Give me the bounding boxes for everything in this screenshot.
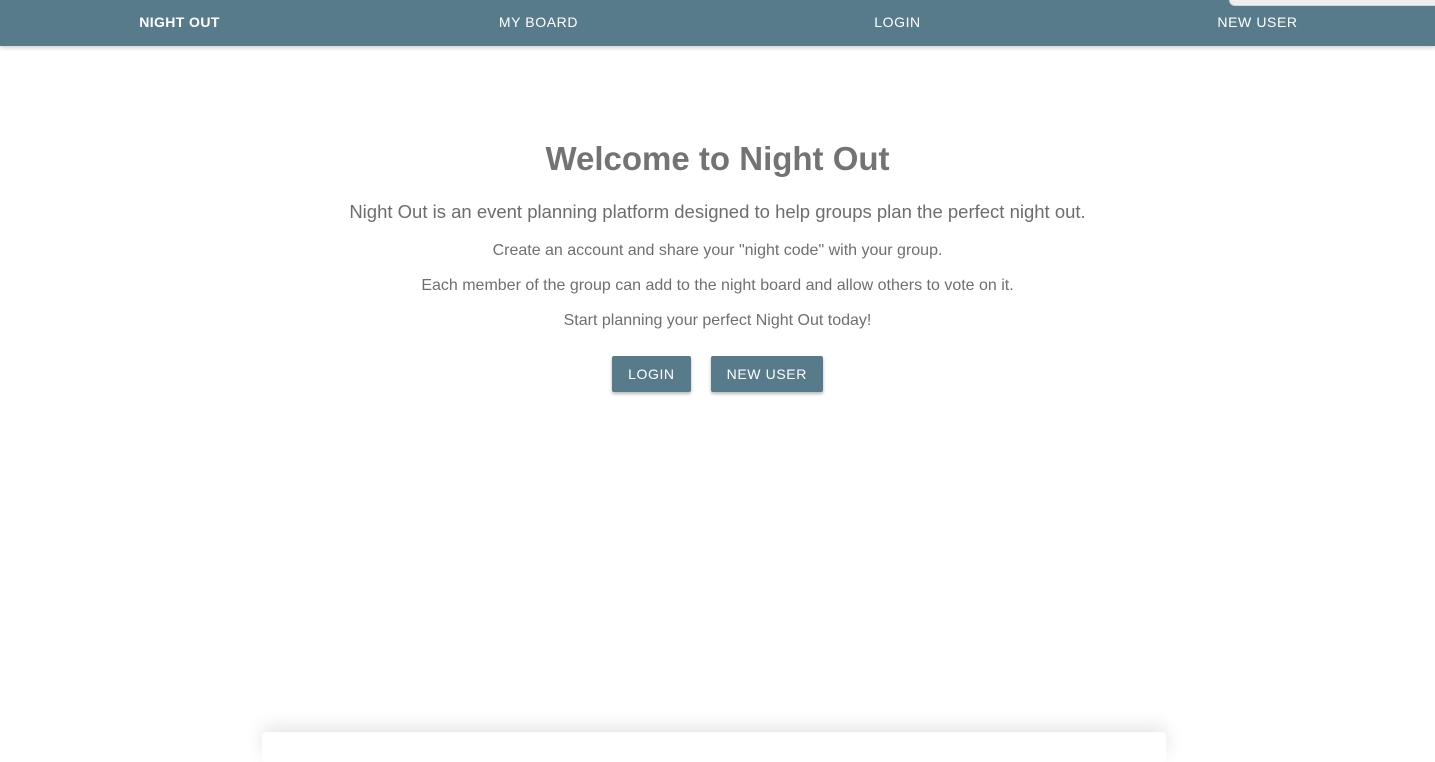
welcome-section: Welcome to Night Out Night Out is an eve… [0, 138, 1435, 392]
new-user-button[interactable]: NEW USER [710, 356, 823, 392]
page-subtitle: Night Out is an event planning platform … [349, 201, 1086, 222]
nav-item-login[interactable]: LOGIN [718, 0, 1077, 44]
nav-item-my-board[interactable]: MY BOARD [359, 0, 718, 44]
intro-line-board: Each member of the group can add to the … [421, 277, 1014, 294]
page-title: Welcome to Night Out [545, 140, 890, 177]
corner-overlay-tab [1229, 0, 1435, 6]
intro-line-account: Create an account and share your "night … [492, 242, 943, 259]
nav-brand-night-out[interactable]: NIGHT OUT [0, 0, 359, 44]
nav-item-new-user[interactable]: NEW USER [1078, 0, 1435, 44]
login-button[interactable]: LOGIN [612, 356, 691, 392]
bottom-panel-edge [262, 732, 1166, 762]
action-buttons: LOGIN NEW USER [0, 356, 1435, 392]
top-navbar: NIGHT OUT MY BOARD LOGIN NEW USER [0, 0, 1435, 46]
intro-line-cta: Start planning your perfect Night Out to… [563, 312, 872, 329]
